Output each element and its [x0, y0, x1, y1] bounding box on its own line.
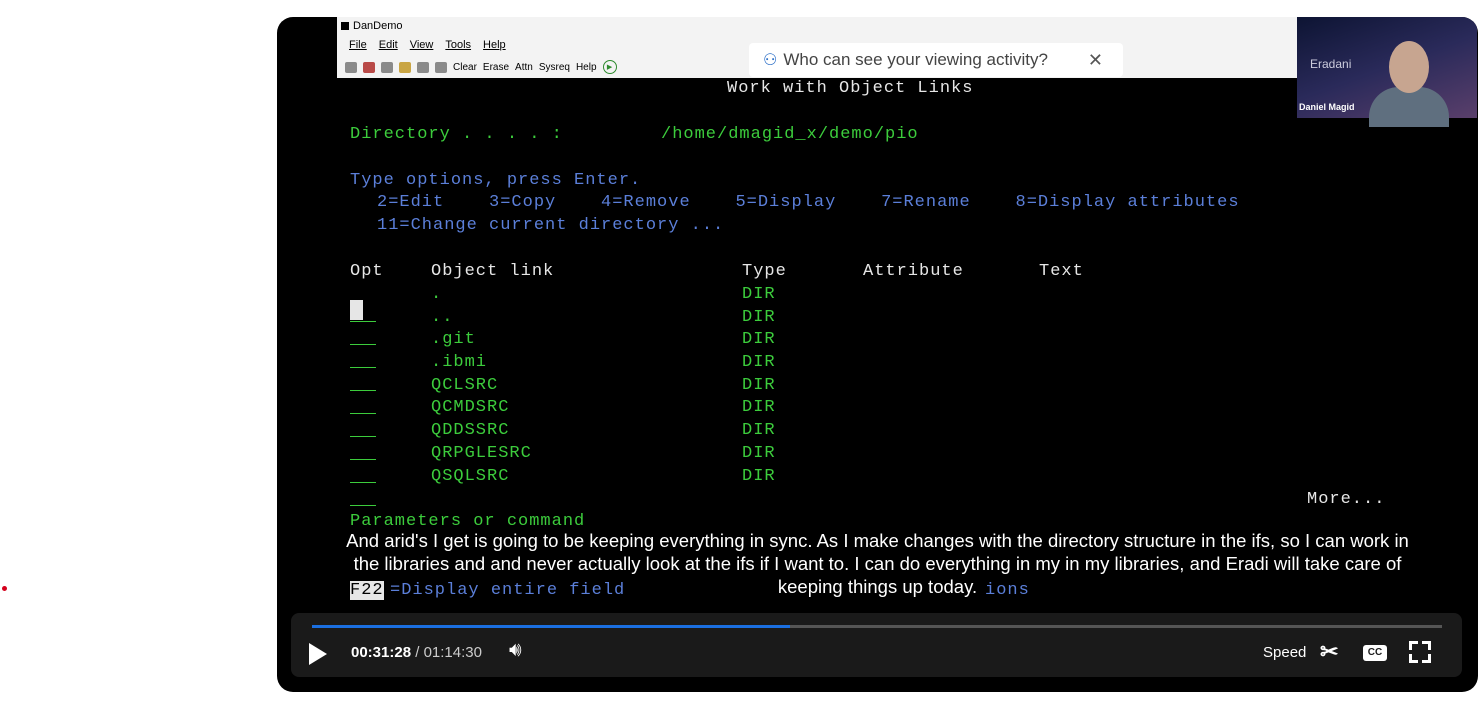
menu-edit[interactable]: Edit [379, 39, 398, 51]
total-time: 01:14:30 [423, 644, 482, 661]
privacy-banner: ⚇ Who can see your viewing activity? ✕ [749, 43, 1123, 77]
option-field[interactable] [350, 367, 376, 368]
settings-icon[interactable] [435, 61, 447, 73]
row-type: DIR [742, 308, 776, 327]
fullscreen-icon[interactable] [1409, 641, 1431, 663]
option-field[interactable] [350, 413, 376, 414]
row-type: DIR [742, 285, 776, 304]
disconnect-icon[interactable] [363, 61, 375, 73]
toolbar-help[interactable]: Help [576, 62, 597, 73]
directory-label: Directory . . . . : [350, 125, 563, 144]
row-type: DIR [742, 444, 776, 463]
more-indicator: More... [1307, 490, 1386, 509]
option-field[interactable] [350, 390, 376, 391]
person-icon: ⚇ [763, 52, 778, 69]
window-title: DanDemo [353, 20, 403, 32]
instructions: Type options, press Enter. [350, 171, 642, 190]
emulator-menu: File Edit View Tools Help [349, 39, 506, 51]
player-controls: 00:31:28 / 01:14:30 🔊︎ Speed ✂ CC [291, 613, 1462, 677]
cc-icon[interactable]: CC [1363, 645, 1387, 661]
header-type: Type [742, 262, 787, 281]
screen-title: Work with Object Links [727, 79, 974, 98]
row-name: QDDSSRC [431, 421, 510, 440]
caption-line-3: keeping things up today. [777, 576, 978, 597]
caption-line-2: the libraries and and never actually loo… [353, 553, 1402, 574]
header-object-link: Object link [431, 262, 555, 281]
row-name: . [431, 285, 443, 304]
menu-tools[interactable]: Tools [445, 39, 471, 51]
options-line-2: 11=Change current directory ... [377, 216, 725, 235]
terminal-screen: Work with Object Links Directory . . . .… [337, 78, 1417, 692]
header-opt: Opt [350, 262, 384, 281]
header-text: Text [1039, 262, 1084, 281]
menu-help[interactable]: Help [483, 39, 506, 51]
directory-value: /home/dmagid_x/demo/pio [661, 125, 919, 144]
progress-bar[interactable] [312, 625, 1442, 628]
option-field[interactable] [350, 321, 376, 322]
app-icon [341, 22, 349, 30]
row-name: QRPGLESRC [431, 444, 532, 463]
presenter-body [1369, 87, 1449, 127]
menu-view[interactable]: View [410, 39, 434, 51]
closed-captions: And arid's I get is going to be keeping … [277, 529, 1478, 598]
menu-file[interactable]: File [349, 39, 367, 51]
run-icon[interactable]: ▶ [602, 60, 617, 74]
row-type: DIR [742, 421, 776, 440]
option-field[interactable] [350, 344, 376, 345]
toolbar-attn[interactable]: Attn [515, 62, 533, 73]
printer-icon[interactable] [417, 61, 429, 73]
print-icon[interactable] [345, 61, 357, 73]
red-dot [2, 586, 7, 591]
presenter-name: Daniel Magid [1299, 102, 1355, 112]
copy-icon[interactable] [381, 61, 393, 73]
toolbar-sysreq[interactable]: Sysreq [539, 62, 570, 73]
presenter-head [1389, 41, 1429, 93]
option-field[interactable] [350, 459, 376, 460]
emulator-toolbar: Clear Erase Attn Sysreq Help ▶ [345, 60, 617, 74]
text-cursor [350, 300, 363, 320]
close-icon[interactable]: ✕ [1088, 50, 1103, 71]
header-attribute: Attribute [863, 262, 964, 281]
option-field[interactable] [350, 505, 376, 506]
row-type: DIR [742, 376, 776, 395]
caption-line-1: And arid's I get is going to be keeping … [346, 530, 1409, 551]
webcam-feed: Eradani Daniel Magid [1297, 17, 1477, 127]
row-name: QCMDSRC [431, 398, 510, 417]
paste-icon[interactable] [399, 61, 411, 73]
scissors-icon[interactable]: ✂ [1320, 639, 1338, 665]
play-icon[interactable] [309, 643, 327, 665]
toolbar-erase[interactable]: Erase [483, 62, 509, 73]
row-name: QCLSRC [431, 376, 499, 395]
toolbar-clear[interactable]: Clear [453, 62, 477, 73]
options-line-1: 2=Edit 3=Copy 4=Remove 5=Display 7=Renam… [377, 193, 1240, 212]
row-type: DIR [742, 330, 776, 349]
row-name: QSQLSRC [431, 467, 510, 486]
volume-icon[interactable]: 🔊︎ [509, 639, 522, 662]
option-field[interactable] [350, 482, 376, 483]
time-separator: / [415, 644, 420, 661]
row-type: DIR [742, 398, 776, 417]
progress-fill [312, 625, 790, 628]
row-type: DIR [742, 353, 776, 372]
current-time: 00:31:28 [351, 644, 412, 661]
speed-button[interactable]: Speed [1263, 644, 1306, 661]
privacy-text: Who can see your viewing activity? [783, 50, 1048, 69]
webcam-brand: Eradani [1310, 57, 1352, 71]
row-name: .. [431, 308, 454, 327]
row-type: DIR [742, 467, 776, 486]
video-player[interactable]: DanDemo File Edit View Tools Help Clear … [277, 17, 1478, 692]
row-name: .git [431, 330, 476, 349]
time-display: 00:31:28 / 01:14:30 [351, 644, 482, 661]
emulator-title: DanDemo [341, 20, 403, 32]
option-field[interactable] [350, 436, 376, 437]
row-name: .ibmi [431, 353, 488, 372]
